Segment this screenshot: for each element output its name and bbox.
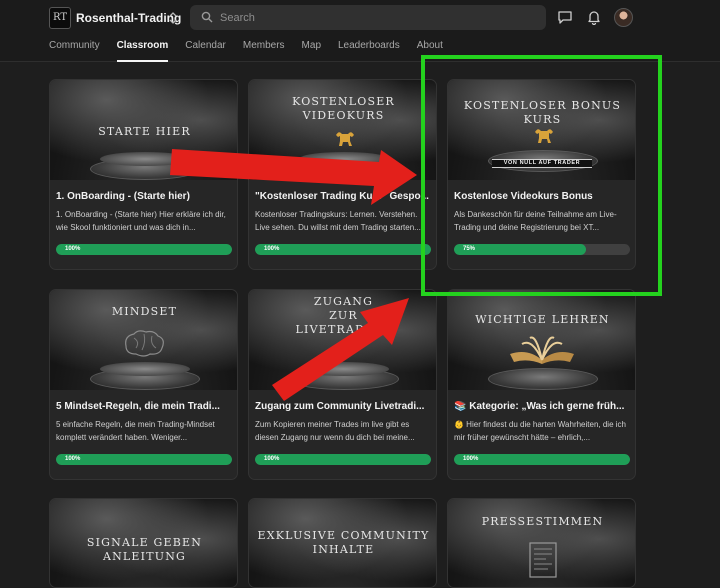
- red-arrow-icon: [272, 298, 409, 401]
- annotation-arrows: [170, 149, 417, 401]
- red-arrow-icon: [170, 149, 417, 205]
